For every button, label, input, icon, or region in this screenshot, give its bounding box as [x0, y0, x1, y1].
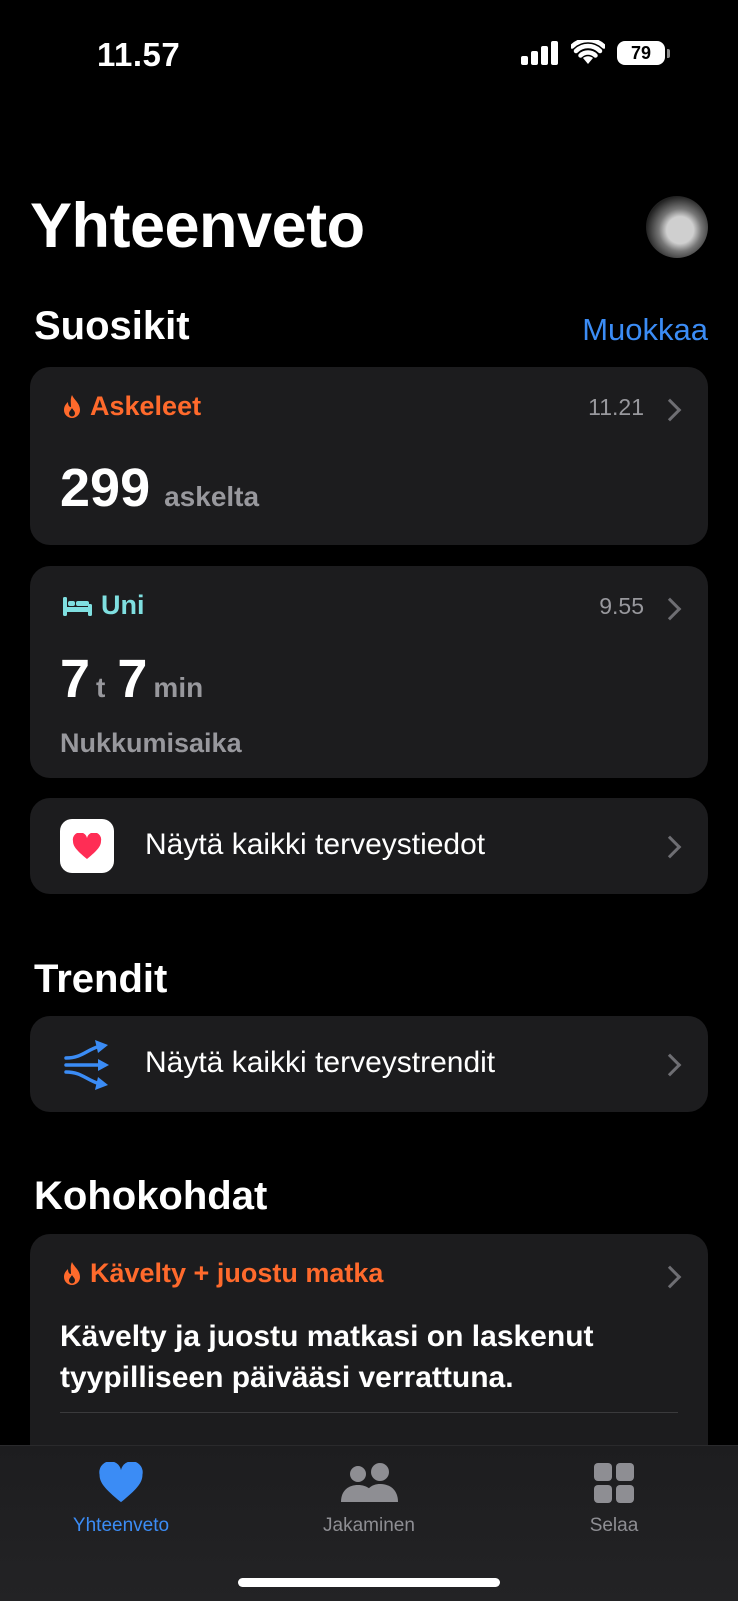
- steps-card-header: Askeleet: [62, 391, 201, 422]
- battery-level: 79: [617, 41, 665, 65]
- chevron-right-icon: [658, 398, 682, 422]
- tab-browse-label: Selaa: [589, 1515, 639, 1536]
- flame-icon: [64, 1261, 80, 1285]
- trends-icon: [64, 1040, 109, 1090]
- chevron-right-icon: [658, 1265, 682, 1289]
- status-indicators: 79: [521, 40, 670, 66]
- sleep-card[interactable]: Uni 9.55 7 t 7 min Nukkumisaika: [30, 566, 708, 778]
- battery-indicator: 79: [617, 41, 670, 65]
- bed-icon: [63, 596, 92, 616]
- tab-sharing-label: Jakaminen: [323, 1515, 415, 1536]
- sleep-hours: 7: [60, 649, 91, 709]
- cellular-signal-icon: [521, 41, 558, 65]
- wifi-icon: [571, 40, 605, 64]
- show-all-health-data-row[interactable]: Näytä kaikki terveystiedot: [30, 798, 708, 894]
- chevron-right-icon: [658, 1053, 682, 1077]
- heart-icon: [99, 1461, 143, 1503]
- health-app-icon: [60, 819, 114, 873]
- sleep-card-header: Uni: [62, 590, 145, 621]
- show-all-health-data-label: Näytä kaikki terveystiedot: [145, 828, 486, 861]
- tab-summary-label: Yhteenveto: [72, 1515, 170, 1536]
- sleep-value-row: 7 t 7 min: [60, 648, 203, 710]
- tab-sharing[interactable]: Jakaminen: [289, 1462, 449, 1537]
- steps-unit: askelta: [164, 481, 260, 512]
- sleep-title: Uni: [101, 590, 145, 620]
- chevron-right-icon: [658, 835, 682, 859]
- sleep-minutes-unit: min: [153, 672, 204, 703]
- highlight-body: Kävelty ja juostu matkasi on laskenut ty…: [60, 1320, 594, 1394]
- edit-favorites-button[interactable]: Muokkaa: [582, 312, 708, 348]
- sleep-hours-unit: t: [96, 672, 106, 703]
- grid-icon: [594, 1463, 634, 1503]
- steps-value-row: 299 askelta: [60, 457, 259, 519]
- show-all-trends-row[interactable]: Näytä kaikki terveystrendit: [30, 1016, 708, 1112]
- tab-summary[interactable]: Yhteenveto: [41, 1461, 201, 1537]
- flame-icon: [64, 394, 80, 418]
- favorites-section-title: Suosikit: [34, 304, 190, 348]
- steps-time: 11.21: [588, 394, 644, 420]
- show-all-trends-label: Näytä kaikki terveystrendit: [145, 1046, 496, 1079]
- highlights-section-title: Kohokohdat: [34, 1174, 268, 1218]
- sleep-caption: Nukkumisaika: [60, 728, 242, 758]
- avatar[interactable]: [646, 196, 708, 258]
- divider: [60, 1412, 678, 1413]
- steps-card[interactable]: Askeleet 11.21 299 askelta: [30, 367, 708, 545]
- status-time: 11.57: [97, 36, 181, 73]
- sleep-minutes: 7: [117, 649, 148, 709]
- sleep-time: 9.55: [599, 593, 644, 619]
- trends-section-title: Trendit: [34, 957, 168, 1001]
- battery-cap: [667, 48, 670, 58]
- steps-title: Askeleet: [90, 391, 202, 421]
- chevron-right-icon: [658, 597, 682, 621]
- highlight-card-title: Kävelty + juostu matka: [90, 1258, 384, 1288]
- heart-icon: [72, 832, 102, 859]
- tab-browse[interactable]: Selaa: [534, 1462, 694, 1537]
- highlight-card-header: Kävelty + juostu matka: [62, 1258, 383, 1289]
- steps-value: 299: [60, 458, 151, 518]
- home-indicator: [238, 1578, 500, 1587]
- page-title: Yhteenveto: [30, 191, 365, 261]
- people-icon: [341, 1463, 398, 1502]
